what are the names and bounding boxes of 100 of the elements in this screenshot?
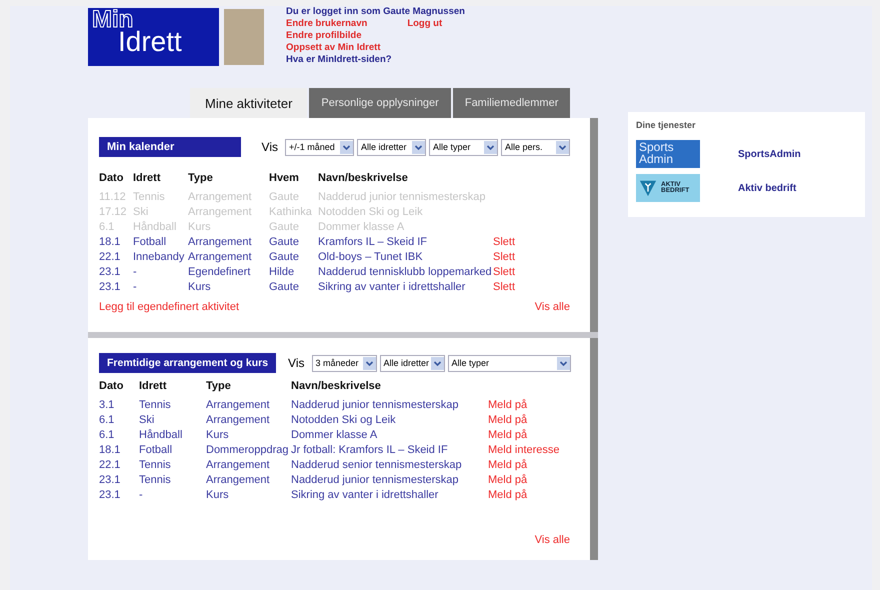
column-header: Type	[188, 172, 214, 184]
profile-link[interactable]: Hva er MinIdrett-siden?	[286, 54, 465, 66]
table-cell-text: 3.1	[99, 399, 116, 411]
dropdown[interactable]: Alle typer	[448, 354, 570, 372]
table-cell-text: Notodden Ski og Leik	[291, 414, 397, 426]
section-title: Min kalender	[99, 137, 241, 157]
table-cell-text: 18.1	[99, 444, 122, 456]
dropdown[interactable]: +/-1 måned	[285, 138, 354, 156]
table-cell-text: Kurs	[206, 489, 230, 501]
tab[interactable]: Familiemedlemmer	[452, 88, 570, 118]
table-cell-text: Arrangement	[188, 236, 253, 248]
tab[interactable]: Mine aktiviteter	[190, 88, 308, 118]
dropdown[interactable]: 3 måneder	[312, 354, 376, 372]
table-cell-text: Dommeroppdrag	[206, 444, 290, 456]
delete-link[interactable]: Slett	[493, 236, 543, 248]
column-header: Navn/beskrivelse	[318, 172, 409, 184]
profile-link[interactable]: Endre profilbilde	[286, 30, 465, 42]
table-cell-text: Kurs	[188, 281, 212, 293]
table-cell-text: Jr fotball: Kramfors IL – Skeid IF	[291, 444, 449, 456]
signup-link[interactable]: Meld på	[488, 489, 578, 501]
column-header: Type	[206, 380, 232, 392]
profile-link[interactable]: Oppsett av Min Idrett	[286, 42, 465, 54]
table-cell-text: Nadderud junior tennismesterskap	[291, 399, 460, 411]
table-cell-text: Old-boys – Tunet IBK	[318, 251, 424, 263]
table-cell-text: Dommer klasse A	[318, 221, 406, 233]
dropdown[interactable]: Alle typer	[429, 138, 498, 156]
table-cell-text: 22.1	[99, 251, 122, 263]
delete-link[interactable]: Slett	[493, 281, 543, 293]
table-cell-text: Tennis	[139, 459, 172, 471]
table-cell-text: 6.1	[99, 414, 116, 426]
signup-link[interactable]: Meld på	[488, 399, 578, 411]
service-link[interactable]: SportsAdmin	[738, 148, 801, 160]
logo-text: Sports	[639, 141, 675, 153]
table-cell-text: Håndball	[139, 429, 184, 441]
table-cell-text: Kurs	[206, 429, 230, 441]
table-cell-text: Sikring av vanter i idrettshaller	[318, 281, 466, 293]
signup-link[interactable]: Meld på	[488, 429, 578, 441]
signup-link[interactable]: Meld interesse	[488, 444, 578, 456]
tab[interactable]: Personlige opplysninger	[309, 88, 451, 118]
delete-link[interactable]: Slett	[493, 266, 543, 278]
table-cell: Nadderud tennisklubb loppemarked	[318, 266, 493, 278]
table-cell-text: Ski	[133, 206, 150, 218]
table-cell-text: -	[139, 489, 144, 501]
table-cell-text: Dommer klasse A	[291, 429, 378, 441]
signup-link[interactable]: Meld på	[488, 459, 578, 471]
table-cell-text: Tennis	[139, 399, 172, 411]
dropdown[interactable]: Alle idretter	[357, 138, 426, 156]
table-cell-text: 23.1	[99, 281, 122, 293]
table-cell-text: Kathinka	[269, 206, 313, 218]
profile-link[interactable]: Endre brukernavn	[286, 18, 368, 30]
service-link[interactable]: Aktiv bedrift	[738, 182, 796, 194]
table-cell-text: Arrangement	[206, 414, 271, 426]
table-cell-text: Egendefinert	[188, 266, 252, 278]
column-header: Dato	[99, 172, 124, 184]
table-cell-text: Kurs	[188, 221, 212, 233]
filter-label: Vis	[262, 140, 278, 154]
table-cell-text: Tennis	[133, 191, 166, 203]
table-cell-text: Arrangement	[188, 251, 253, 263]
table-cell-text: Håndball	[133, 221, 178, 233]
table-cell-text: Tennis	[139, 474, 172, 486]
show-all-link[interactable]: Vis alle	[534, 534, 570, 546]
delete-link[interactable]: Slett	[493, 251, 543, 263]
table-cell-text: 6.1	[99, 429, 116, 441]
table-cell-text: Nadderud junior tennismesterskap	[318, 191, 487, 203]
column-header: Idrett	[139, 380, 168, 392]
column-header: Idrett	[133, 172, 162, 184]
table-cell-text: 11.12	[99, 191, 127, 203]
column-header: Hvem	[269, 172, 300, 184]
table-cell-text: Nadderud senior tennismesterskap	[291, 459, 463, 471]
table-cell-text: Innebandy	[133, 251, 186, 263]
table-cell-text: 22.1	[99, 459, 122, 471]
dropdown[interactable]: Alle idretter	[380, 354, 444, 372]
table-cell-text: Gaute	[269, 191, 300, 203]
table-cell-text: Arrangement	[206, 474, 271, 486]
table-cell-text: Gaute	[269, 281, 300, 293]
table-cell-text: Hilde	[269, 266, 296, 278]
table-cell-text: 23.1	[99, 474, 122, 486]
show-all-link[interactable]: Vis alle	[534, 301, 570, 313]
table-cell-text: 6.1	[99, 221, 116, 233]
table-cell-text: 17.12	[99, 206, 128, 218]
table-cell-text: Fotball	[139, 444, 174, 456]
table-cell-text: -	[133, 281, 138, 293]
table-cell-text: Arrangement	[188, 191, 253, 203]
table-cell-text: Arrangement	[188, 206, 253, 218]
table-cell-text: Kramfors IL – Skeid IF	[318, 236, 428, 248]
column-header: Navn/beskrivelse	[291, 380, 382, 392]
logo-text: Admin	[639, 153, 674, 165]
filter-label: Vis	[288, 356, 304, 370]
table-cell-text: Gaute	[269, 251, 300, 263]
table-cell-text: Nadderud junior tennismesterskap	[291, 474, 460, 486]
table-cell-text: Fotball	[133, 236, 168, 248]
table-cell-text: Notodden Ski og Leik	[318, 206, 424, 218]
add-activity-link[interactable]: Legg til egendefinert aktivitet	[99, 301, 240, 313]
table-cell-text: Ski	[139, 414, 156, 426]
services-title: Dine tjenester	[636, 120, 697, 130]
table-cell-text: Arrangement	[206, 459, 271, 471]
signup-link[interactable]: Meld på	[488, 414, 578, 426]
signup-link[interactable]: Meld på	[488, 474, 578, 486]
dropdown[interactable]: Alle pers.	[501, 138, 570, 156]
logout-link[interactable]: Logg ut	[407, 18, 442, 30]
